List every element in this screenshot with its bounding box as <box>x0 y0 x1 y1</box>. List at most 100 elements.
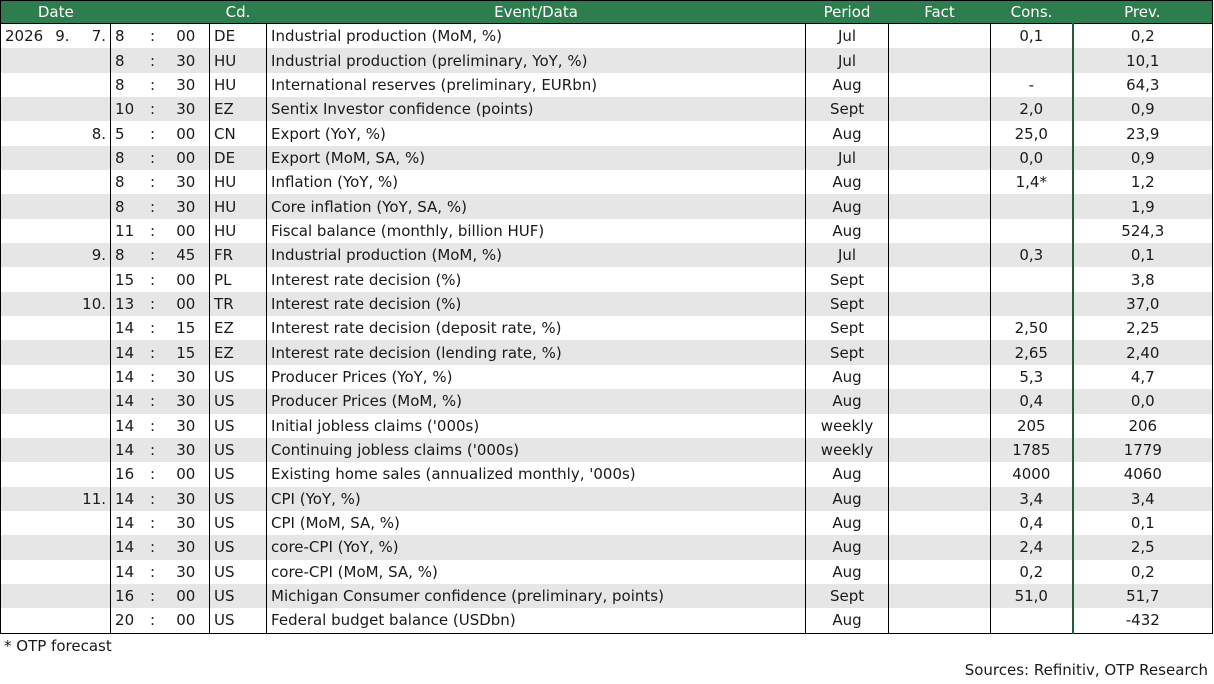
cell-hour: 8 <box>110 170 143 195</box>
cell-month <box>46 73 74 97</box>
table-row: 8:30 HU Core inflation (YoY, SA, %) Aug 1,9 <box>0 194 1213 219</box>
cell-minute: 30 <box>162 194 210 219</box>
cell-prev: 524,3 <box>1071 218 1213 244</box>
cell-prev: 51,7 <box>1071 583 1213 609</box>
cell-country-code: CN <box>209 121 267 146</box>
cell-hour: 14 <box>110 316 143 341</box>
cell-year <box>0 437 46 463</box>
cell-cons: 0,0 <box>990 145 1073 171</box>
cell-hour: 14 <box>110 389 143 414</box>
cell-prev: 2,5 <box>1071 535 1213 560</box>
cell-time-separator: : <box>142 243 163 268</box>
cell-fact <box>888 267 991 292</box>
cell-hour: 14 <box>110 510 143 536</box>
table-body: 2026 9. 7. 8:00 DE Industrial production (MoM… <box>0 23 1213 634</box>
cell-event: core-CPI (YoY, %) <box>266 535 806 560</box>
cell-year <box>0 243 46 268</box>
cell-country-code: HU <box>209 170 267 195</box>
cell-fact <box>888 413 991 438</box>
cell-prev: 0,1 <box>1071 510 1213 536</box>
cell-minute: 00 <box>162 23 210 49</box>
cell-day <box>73 48 111 73</box>
cell-period: Jul <box>805 243 889 268</box>
cell-minute: 30 <box>162 437 210 463</box>
cell-time-separator: : <box>142 486 163 511</box>
cell-cons: 4000 <box>990 462 1073 487</box>
cell-time-separator: : <box>142 437 163 463</box>
economic-calendar-table: Date Cd. Event/Data Period Fact Cons. Pr… <box>0 0 1214 634</box>
cell-event: Interest rate decision (lending rate, %) <box>266 340 806 365</box>
cell-year <box>1 560 46 584</box>
cell-fact <box>888 510 991 536</box>
cell-day <box>74 316 111 340</box>
cell-event: CPI (MoM, SA, %) <box>266 510 806 536</box>
cell-prev: 64,3 <box>1071 72 1213 98</box>
cell-year: 2026 <box>0 23 46 49</box>
cell-time-separator: : <box>150 514 156 533</box>
cell-period: Aug <box>805 559 889 584</box>
cell-period: Aug <box>805 608 889 634</box>
cell-day <box>73 535 111 560</box>
cell-event: Industrial production (preliminary, YoY,… <box>266 48 806 73</box>
cell-month <box>46 511 74 535</box>
cell-event: Export (MoM, SA, %) <box>266 145 806 171</box>
cell-minute: 30 <box>162 486 210 511</box>
cell-country-code: DE <box>209 145 267 171</box>
cell-prev: 2,25 <box>1071 316 1213 341</box>
cell-month <box>46 462 74 486</box>
cell-cons: 0,2 <box>990 559 1073 584</box>
cell-country-code: US <box>209 608 267 634</box>
cell-month <box>45 48 74 73</box>
cell-minute: 30 <box>176 514 196 533</box>
cell-event: core-CPI (MoM, SA, %) <box>266 559 806 584</box>
cell-minute: 30 <box>162 389 210 414</box>
header-date: Date <box>0 0 111 24</box>
cell-cons: 0,3 <box>990 243 1073 268</box>
cell-prev: 206 <box>1071 413 1213 438</box>
cell-fact <box>888 486 991 511</box>
cell-minute: 15 <box>162 340 210 365</box>
cell-event: Interest rate decision (%) <box>266 267 806 292</box>
cell-year <box>0 583 46 609</box>
cell-prev: 0,9 <box>1071 97 1213 122</box>
cell-country-code: HU <box>209 218 267 244</box>
cell-fact <box>888 389 991 414</box>
cell-year <box>1 365 46 389</box>
cell-month <box>46 316 74 340</box>
cell-time-separator: : <box>142 23 163 49</box>
cell-minute: 30 <box>176 562 196 581</box>
cell-country-code: HU <box>209 72 267 98</box>
cell-hour: 8 <box>110 243 143 268</box>
cell-year <box>0 486 46 511</box>
cell-day: 9. <box>73 243 111 268</box>
cell-day <box>74 560 111 584</box>
cell-day <box>74 170 111 194</box>
cell-day: 8. <box>91 124 107 143</box>
table-header-row: Date Cd. Event/Data Period Fact Cons. Pr… <box>0 0 1213 24</box>
cell-fact <box>888 535 991 560</box>
cell-month: 9. <box>45 23 74 49</box>
cell-time-separator: : <box>150 173 156 192</box>
cell-country-code: US <box>209 510 267 536</box>
table-row: 11: 00 HU Fiscal balance (monthly, billion … <box>1 218 1213 244</box>
cell-period: weekly <box>805 437 889 463</box>
cell-prev: 2,40 <box>1071 340 1213 365</box>
cell-prev: 0,1 <box>1071 243 1213 268</box>
cell-country-code: US <box>209 413 267 438</box>
cell-prev: 0,2 <box>1071 23 1213 49</box>
cell-country-code: EZ <box>209 340 267 365</box>
cell-hour: 8 <box>110 72 143 98</box>
cell-country-code: DE <box>209 23 267 49</box>
cell-year <box>0 535 46 560</box>
cell-day: 11. <box>73 486 111 511</box>
cell-fact <box>888 97 991 122</box>
cell-period: Sept <box>805 583 889 609</box>
cell-hour: 14 <box>110 364 143 390</box>
cell-prev: 4060 <box>1071 462 1213 487</box>
cell-hour: 8 <box>110 145 143 171</box>
cell-event: Producer Prices (YoY, %) <box>266 364 806 390</box>
cell-month <box>45 389 74 414</box>
table-row: 16: 00 US Existing home sales (annualized m… <box>1 462 1213 487</box>
table-row: 8: 30 HU Inflation (YoY, %) Aug 1,4* 1,2 <box>1 170 1213 195</box>
cell-prev: -432 <box>1071 608 1213 634</box>
